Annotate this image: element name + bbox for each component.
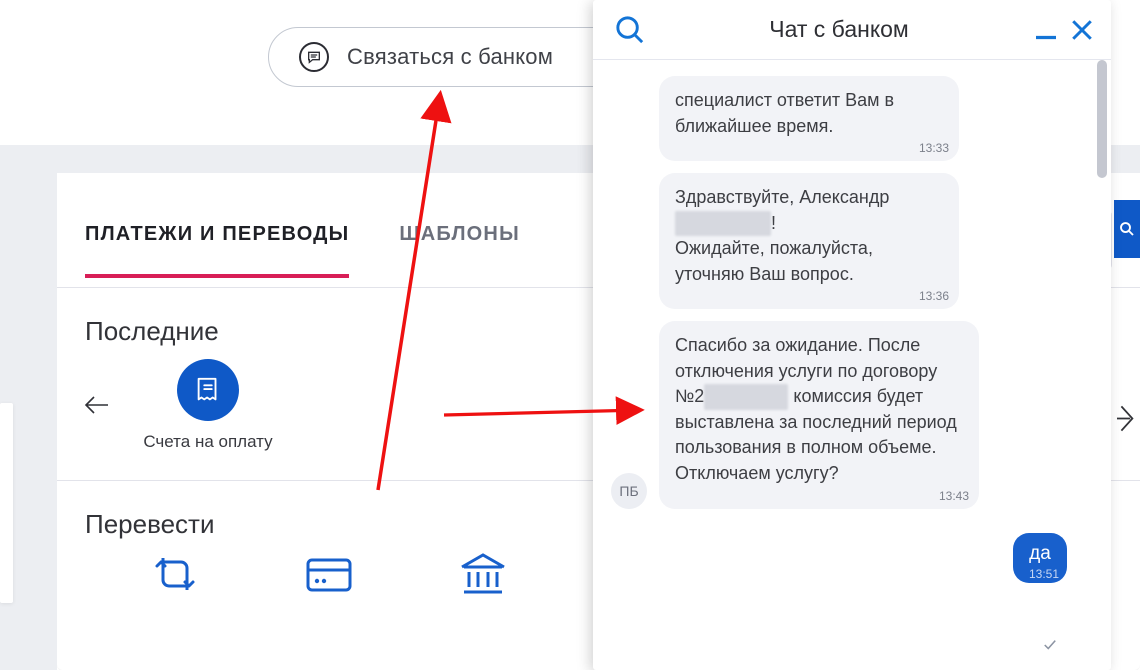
receipt-icon bbox=[177, 359, 239, 421]
tile-invoices[interactable]: Счета на оплату bbox=[143, 359, 273, 452]
chat-minimize-button[interactable] bbox=[1031, 15, 1061, 45]
tile-invoices-label: Счета на оплату bbox=[143, 431, 273, 452]
chat-body: специалист ответит Вам в ближайшее время… bbox=[593, 60, 1111, 670]
chat-title: Чат с банком bbox=[647, 16, 1031, 43]
chat-scrollbar[interactable] bbox=[1096, 60, 1108, 670]
msg-bank-2-line1: Здравствуйте, Александр bbox=[675, 187, 889, 207]
msg-bank-1-time: 13:33 bbox=[919, 140, 949, 157]
recent-prev-arrow[interactable] bbox=[77, 385, 117, 425]
msg-bank-1: специалист ответит Вам в ближайшее время… bbox=[593, 70, 1093, 167]
bank-avatar: ПБ bbox=[611, 473, 647, 509]
transfer-between-accounts-icon[interactable] bbox=[143, 546, 207, 602]
chat-close-button[interactable] bbox=[1067, 15, 1097, 45]
peek-card-left bbox=[0, 403, 13, 603]
msg-user-1: да 13:51 bbox=[593, 515, 1093, 595]
msg-bank-2: Здравствуйте, Александр XXXXXXXX! Ожидай… bbox=[593, 167, 1093, 315]
chat-search-icon[interactable] bbox=[613, 13, 647, 47]
transfer-bank-icon[interactable] bbox=[451, 546, 515, 602]
msg-bank-3: ПБ Спасибо за ожидание. После отключения… bbox=[593, 315, 1093, 514]
redacted-name: XXXXXXXX bbox=[675, 211, 771, 237]
msg-bank-3-time: 13:43 bbox=[939, 488, 969, 505]
chat-icon bbox=[299, 42, 329, 72]
msg-bank-2-time: 13:36 bbox=[919, 288, 949, 305]
msg-user-1-text: да bbox=[1029, 543, 1051, 564]
msg-user-1-time: 13:51 bbox=[1029, 567, 1059, 581]
chat-scrollbar-thumb[interactable] bbox=[1097, 60, 1107, 178]
msg-bank-2-line2: Ожидайте, пожалуйста, уточняю Ваш вопрос… bbox=[675, 238, 873, 284]
chat-header: Чат с банком bbox=[593, 0, 1111, 60]
sent-check-icon bbox=[1043, 638, 1057, 652]
contact-bank-label: Связаться с банком bbox=[347, 44, 553, 70]
tab-payments[interactable]: ПЛАТЕЖИ И ПЕРЕВОДЫ bbox=[85, 223, 349, 278]
chat-window: Чат с банком специалист ответит Вам в бл… bbox=[593, 0, 1111, 670]
msg-bank-1-text: специалист ответит Вам в ближайшее время… bbox=[675, 90, 894, 136]
tab-templates[interactable]: ШАБЛОНЫ bbox=[399, 223, 519, 278]
redacted-contract: XXXXXXX bbox=[704, 384, 788, 410]
forward-caret[interactable] bbox=[1117, 403, 1139, 433]
transfer-card-icon[interactable] bbox=[297, 546, 361, 602]
right-search-button[interactable] bbox=[1114, 200, 1140, 258]
